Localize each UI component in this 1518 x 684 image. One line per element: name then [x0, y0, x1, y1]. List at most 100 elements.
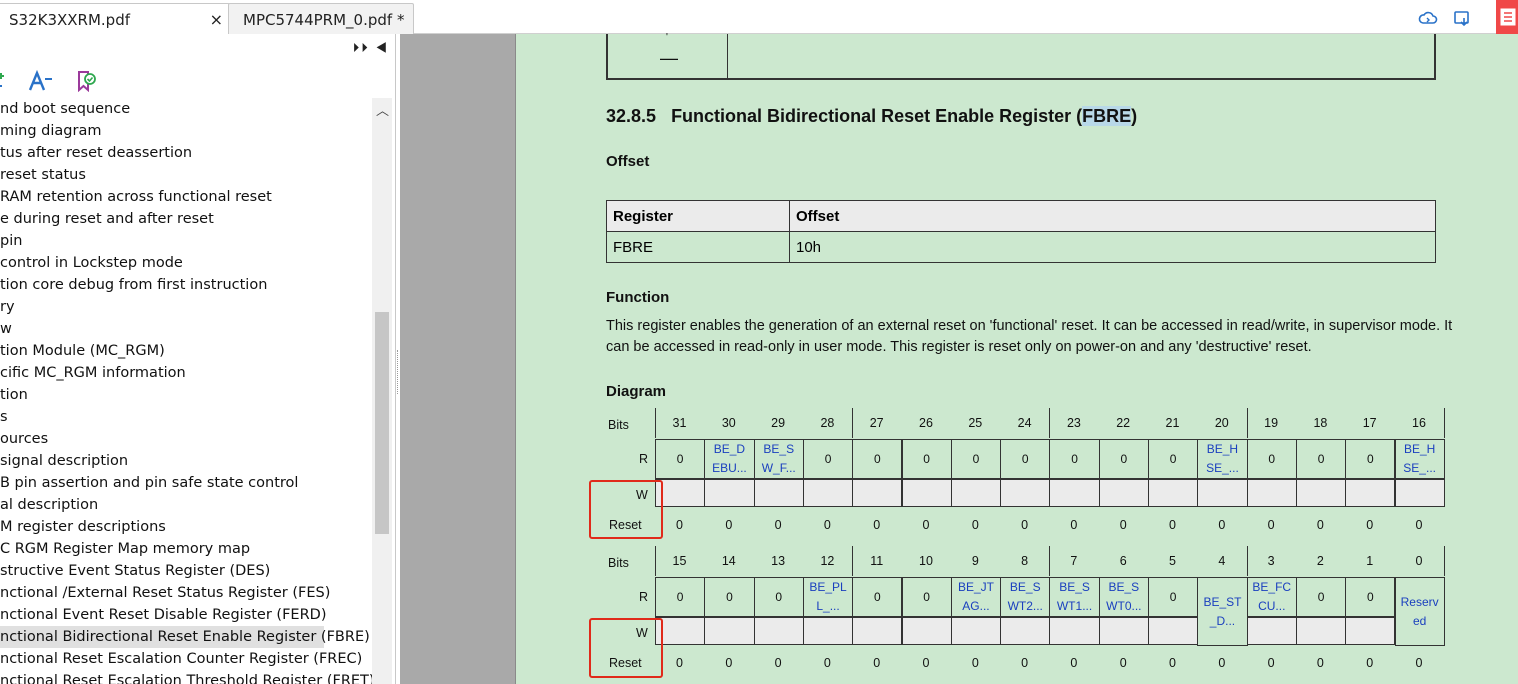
outline-item[interactable]: control in Lockstep mode [0, 252, 372, 274]
reset-value: 0 [1218, 518, 1226, 532]
nibble-divider [1443, 546, 1445, 576]
menu-button[interactable] [1496, 0, 1518, 34]
bit-number: 5 [1169, 554, 1176, 568]
bit-number: 9 [971, 554, 979, 568]
register-field[interactable]: BE_S W_F... [753, 439, 804, 479]
cloud-sync-icon[interactable] [1418, 8, 1438, 28]
tab-s32k3xxrm[interactable]: S32K3XXRM.pdf × [0, 3, 230, 35]
reset-value: 0 [1070, 656, 1078, 670]
splitter-grip[interactable] [397, 350, 399, 394]
outline-scrollbar[interactable]: ︿ [372, 98, 392, 684]
offset-heading: Offset [606, 153, 650, 170]
scrollbar-thumb[interactable] [375, 312, 389, 534]
outline-item[interactable]: al description [0, 494, 372, 516]
register-field[interactable]: BE_D EBU... [704, 439, 755, 479]
outline-item[interactable]: nctional /External Reset Status Register… [0, 582, 372, 604]
write-cell [950, 479, 1002, 507]
write-cell [901, 479, 952, 507]
read-value: 0 [1345, 577, 1396, 617]
read-value: 0 [852, 439, 903, 479]
reset-value: 0 [873, 518, 881, 532]
write-cell [1049, 617, 1100, 645]
close-icon[interactable]: × [210, 10, 223, 29]
add-bookmark-icon[interactable] [0, 70, 8, 90]
read-value: 0 [901, 439, 952, 479]
register-field[interactable]: BE_S WT2... [1000, 577, 1051, 617]
outline-item[interactable]: tion Module (MC_RGM) [0, 340, 372, 362]
reset-value: 0 [922, 656, 930, 670]
outline-item[interactable]: nctional Reset Escalation Counter Regist… [0, 648, 372, 670]
write-cell [802, 617, 854, 645]
outline-item[interactable]: tion core debug from first instruction [0, 274, 372, 296]
bits-label: Bits [608, 418, 629, 432]
outline-item[interactable]: reset status [0, 164, 372, 186]
table-cell: 10h [789, 231, 1436, 263]
outline-item[interactable]: C RGM Register Map memory map [0, 538, 372, 560]
outline-item[interactable]: M register descriptions [0, 516, 372, 538]
register-field[interactable]: BE_S WT1... [1049, 577, 1100, 617]
outline-item[interactable]: ources [0, 428, 372, 450]
outline-item[interactable]: ry [0, 296, 372, 318]
register-field[interactable]: Reserv ed [1394, 577, 1445, 646]
outline-item[interactable]: B pin assertion and pin safe state contr… [0, 472, 372, 494]
tab-mpc5744prm[interactable]: MPC5744PRM_0.pdf * [228, 3, 414, 34]
document-viewer[interactable]: ' — 32.8.5 Functional Bidirectional Rese… [400, 32, 1518, 684]
read-row-label: R [639, 452, 649, 466]
write-cell [753, 479, 804, 507]
outline-item[interactable]: nctional Event Reset Disable Register (F… [0, 604, 372, 626]
chevron-up-icon[interactable]: ︿ [376, 100, 389, 119]
reset-value: 0 [1119, 656, 1127, 670]
reset-value: 0 [971, 518, 979, 532]
read-value: 0 [950, 439, 1002, 479]
bit-number: 3 [1267, 554, 1275, 568]
outline-item[interactable]: nctional Reset Escalation Threshold Regi… [0, 670, 372, 684]
diagram-heading: Diagram [606, 383, 667, 400]
outline-item[interactable]: RAM retention across functional reset [0, 186, 372, 208]
reset-value: 0 [1021, 656, 1029, 670]
bookmark-check-icon[interactable] [76, 70, 98, 92]
register-field[interactable]: BE_H SE_... [1197, 439, 1248, 479]
panel-controls[interactable]: ⏵⏵ ◀ [353, 40, 389, 56]
write-cell [1246, 479, 1297, 507]
outline-item[interactable]: tus after reset deassertion [0, 142, 372, 164]
outline-item[interactable]: structive Event Status Register (DES) [0, 560, 372, 582]
outline-item[interactable]: ming diagram [0, 120, 372, 142]
read-value: 0 [1345, 439, 1396, 479]
bit-number: 22 [1116, 416, 1131, 430]
outline-item[interactable]: s [0, 406, 372, 428]
bit-number: 17 [1362, 416, 1377, 430]
bit-number: 18 [1313, 416, 1328, 430]
reset-value: 0 [1119, 518, 1127, 532]
register-field[interactable]: BE_FC CU... [1246, 577, 1297, 617]
outline-item[interactable]: signal description [0, 450, 372, 472]
outline-item[interactable]: nd boot sequence [0, 98, 372, 120]
reset-value: 0 [823, 656, 831, 670]
read-value: 0 [1049, 439, 1100, 479]
outline-item[interactable]: pin [0, 230, 372, 252]
read-row-label: R [639, 590, 649, 604]
outline-item[interactable]: e during reset and after reset [0, 208, 372, 230]
write-cell [1295, 617, 1347, 645]
outline-item[interactable]: tion [0, 384, 372, 406]
outline-item[interactable]: cific MC_RGM information [0, 362, 372, 384]
register-field[interactable]: BE_PL L_... [802, 577, 854, 617]
reset-value: 0 [774, 656, 782, 670]
read-value: 0 [753, 577, 804, 617]
register-field[interactable]: BE_JT AG... [950, 577, 1002, 617]
font-size-icon[interactable] [28, 70, 54, 92]
register-field[interactable]: BE_H SE_... [1394, 439, 1445, 479]
register-field[interactable]: BE_ST _D... [1197, 577, 1248, 646]
write-cell [950, 617, 1002, 645]
download-icon[interactable] [1452, 8, 1472, 28]
read-value: 0 [901, 577, 952, 617]
write-cell [901, 617, 952, 645]
reset-value: 0 [1267, 518, 1275, 532]
register-field[interactable]: BE_S WT0... [1098, 577, 1149, 617]
bit-number: 19 [1264, 416, 1279, 430]
outline-item[interactable]: nctional Bidirectional Reset Enable Regi… [0, 626, 370, 648]
bit-number: 16 [1412, 416, 1426, 430]
section-title: 32.8.5 Functional Bidirectional Reset En… [606, 106, 1138, 126]
outline-item[interactable]: w [0, 318, 372, 340]
read-value: 0 [1098, 439, 1149, 479]
write-cell [1394, 479, 1445, 507]
